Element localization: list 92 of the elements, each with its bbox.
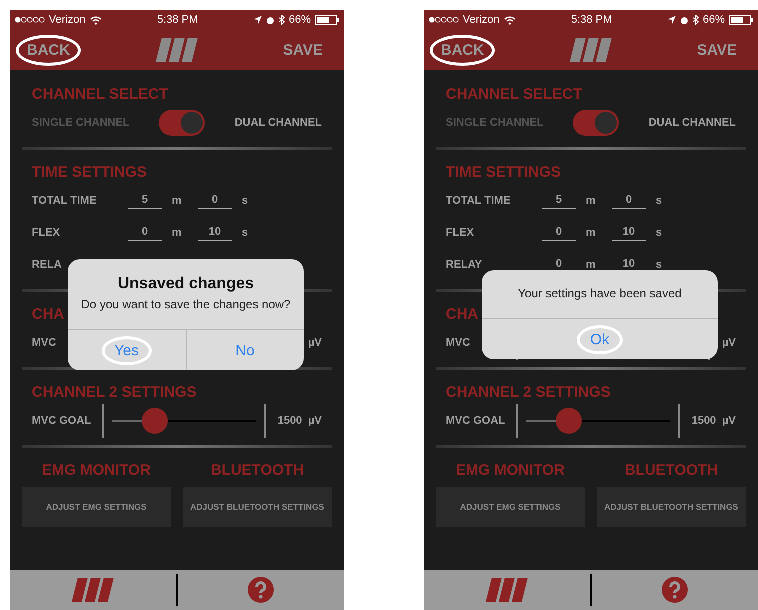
setting-label: FLEX [32, 227, 62, 239]
unit-label: m [586, 195, 597, 207]
goal-value: 1500 [278, 415, 302, 427]
section-heading: BLUETOOTH [210, 462, 304, 479]
unit-label: m [586, 227, 597, 239]
battery-percent: 66% [288, 14, 311, 26]
adjust-settings-button[interactable]: ADJUST BLUETOOTH SETTINGS [183, 487, 332, 527]
section-heading: BLUETOOTH [624, 462, 718, 479]
back-button[interactable]: BACK [16, 34, 82, 66]
section-heading: CHANNEL SELECT [446, 86, 582, 103]
channel-toggle[interactable] [159, 110, 206, 136]
toggle-label: DUAL CHANNEL [234, 117, 322, 129]
adjust-settings-button[interactable]: ADJUST EMG SETTINGS [436, 487, 585, 527]
unit-label: µV [722, 415, 736, 427]
dialog-title: Unsaved changes [116, 274, 256, 294]
location-arrow-icon [254, 16, 262, 24]
unit-label: s [242, 195, 250, 207]
unit-label: µV [308, 337, 322, 349]
section-heading: TIME SETTINGS [446, 164, 562, 181]
carrier-name: Verizon [463, 14, 500, 26]
status-time: 5:38 PM [571, 14, 612, 26]
logo-icon [156, 38, 198, 62]
setting-label: RELAY [446, 259, 484, 271]
time-input[interactable]: 5 [542, 194, 576, 208]
status-time: 5:38 PM [157, 14, 198, 26]
setting-label: MVC GOAL [446, 415, 506, 427]
battery-icon [728, 15, 753, 25]
slider[interactable] [516, 404, 680, 438]
unit-label: s [242, 227, 250, 239]
slider-thumb[interactable] [556, 408, 582, 434]
save-button[interactable]: SAVE [686, 34, 748, 66]
dialog-button[interactable]: No [222, 336, 268, 365]
setting-label: TOTAL TIME [446, 195, 512, 207]
dialog-button[interactable]: Yes [102, 336, 152, 365]
bluetooth-icon [278, 15, 285, 25]
setting-label: MVC [32, 337, 58, 349]
wifi-icon [90, 16, 102, 24]
battery-icon [314, 15, 339, 25]
time-input[interactable]: 0 [542, 226, 576, 240]
slider[interactable] [102, 404, 266, 438]
unit-label: µV [308, 415, 322, 427]
section-heading: CHA [446, 306, 478, 323]
toggle-label: DUAL CHANNEL [648, 117, 736, 129]
time-input[interactable]: 0 [612, 194, 646, 208]
slider-thumb[interactable] [142, 408, 168, 434]
logo-icon [570, 38, 612, 62]
adjust-settings-button[interactable]: ADJUST BLUETOOTH SETTINGS [597, 487, 746, 527]
dialog-message: Your settings have been saved [517, 286, 683, 302]
logo-tab-icon [72, 578, 114, 602]
time-input[interactable]: 5 [128, 194, 162, 208]
time-input[interactable]: 10 [198, 226, 232, 240]
section-heading: EMG MONITOR [456, 462, 565, 479]
carrier-name: Verizon [49, 14, 86, 26]
location-arrow-icon [668, 16, 676, 24]
setting-label: FLEX [446, 227, 476, 239]
toggle-label: SINGLE CHANNEL [446, 117, 544, 129]
unit-label: m [172, 227, 183, 239]
signal-dots-icon [429, 17, 459, 23]
bluetooth-icon [692, 15, 699, 25]
dialog-button[interactable]: Ok [577, 325, 623, 354]
wifi-icon [504, 16, 516, 24]
logo-tab-icon [486, 578, 528, 602]
section-heading: CHA [32, 306, 64, 323]
time-input[interactable]: 0 [198, 194, 232, 208]
goal-value: 1500 [692, 415, 716, 427]
signal-dots-icon [15, 17, 45, 23]
section-heading: TIME SETTINGS [32, 164, 148, 181]
adjust-settings-button[interactable]: ADJUST EMG SETTINGS [22, 487, 171, 527]
unit-label: s [656, 195, 664, 207]
section-heading: CHANNEL 2 SETTINGS [446, 384, 611, 401]
channel-toggle[interactable] [573, 110, 620, 136]
setting-label: TOTAL TIME [32, 195, 98, 207]
time-input[interactable]: 10 [612, 226, 646, 240]
battery-percent: 66% [702, 14, 725, 26]
help-icon[interactable] [662, 577, 688, 603]
help-icon[interactable] [248, 577, 274, 603]
section-heading: EMG MONITOR [42, 462, 151, 479]
back-button[interactable]: BACK [430, 34, 496, 66]
save-button[interactable]: SAVE [272, 34, 334, 66]
time-input[interactable]: 0 [128, 226, 162, 240]
section-heading: CHANNEL 2 SETTINGS [32, 384, 197, 401]
unit-label: s [656, 227, 664, 239]
unit-label: m [586, 259, 597, 271]
setting-label: RELA [32, 259, 63, 271]
unit-label: s [656, 259, 664, 271]
unit-label: m [172, 195, 183, 207]
dialog-message: Do you want to save the changes now? [80, 296, 292, 314]
unit-label: µV [722, 337, 736, 349]
setting-label: MVC GOAL [32, 415, 92, 427]
toggle-label: SINGLE CHANNEL [32, 117, 130, 129]
setting-label: MVC [446, 337, 472, 349]
section-heading: CHANNEL SELECT [32, 86, 168, 103]
